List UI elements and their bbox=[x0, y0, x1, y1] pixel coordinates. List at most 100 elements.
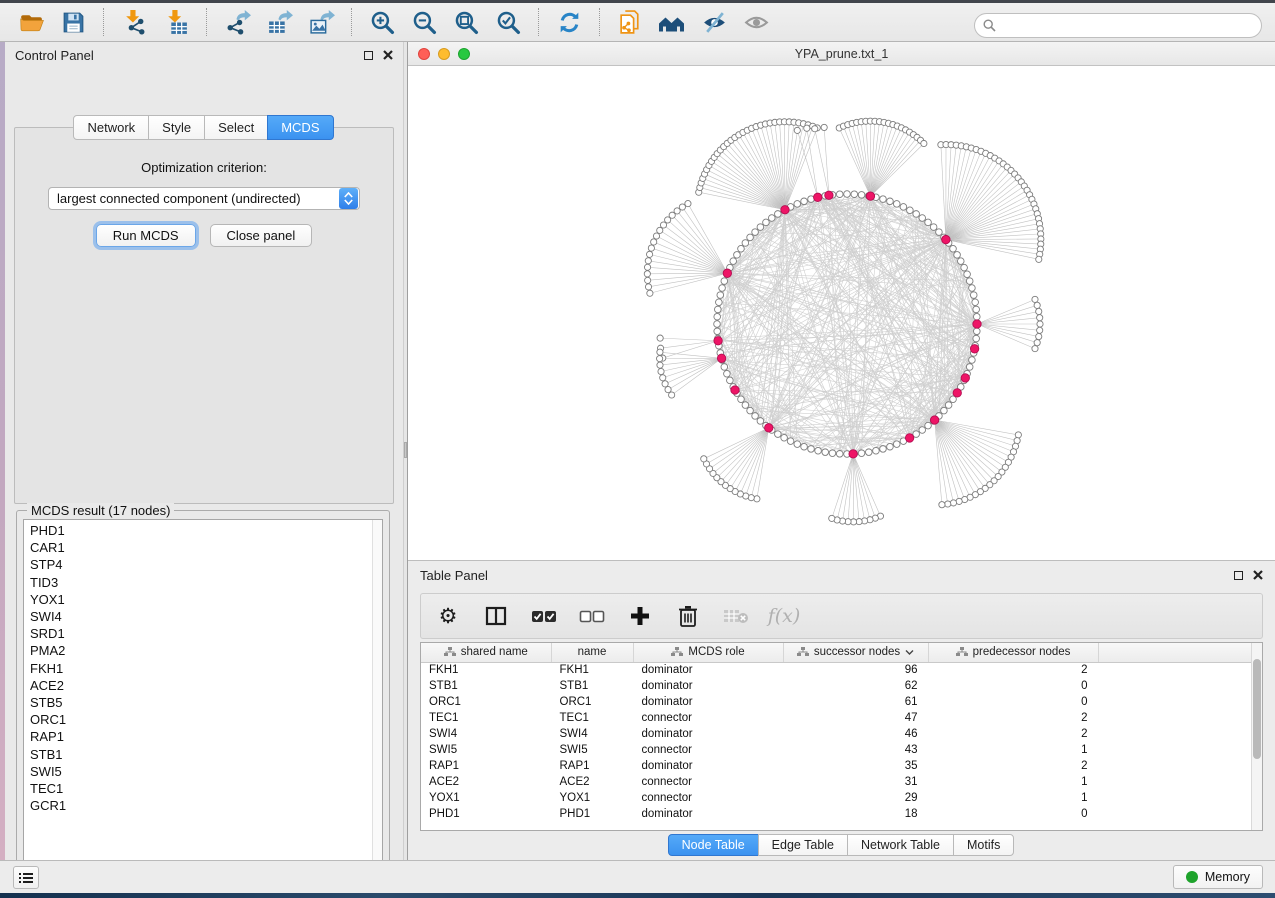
tab-mcds[interactable]: MCDS bbox=[267, 115, 333, 140]
mcds-result-item[interactable]: SWI4 bbox=[24, 608, 372, 625]
table-row[interactable]: SWI5SWI5connector431 bbox=[421, 742, 1253, 758]
table-row[interactable]: ACE2ACE2connector311 bbox=[421, 774, 1253, 790]
table-row[interactable]: FKH1FKH1dominator962 bbox=[421, 662, 1253, 678]
mcds-result-item[interactable]: STB5 bbox=[24, 694, 372, 711]
column-header-shared-name[interactable]: shared name bbox=[421, 643, 551, 662]
cell-filler bbox=[1098, 678, 1253, 694]
cell-predecessor-nodes: 1 bbox=[928, 790, 1098, 806]
mcds-result-item[interactable]: GCR1 bbox=[24, 797, 372, 814]
mcds-result-item[interactable]: STB1 bbox=[24, 745, 372, 762]
list-icon bbox=[19, 872, 33, 884]
mcds-result-item[interactable]: SRD1 bbox=[24, 625, 372, 642]
zoom-out-icon[interactable] bbox=[408, 6, 440, 38]
cell-shared-name: STB1 bbox=[421, 678, 551, 694]
memory-button[interactable]: Memory bbox=[1173, 865, 1263, 889]
deselect-all-columns-icon[interactable] bbox=[579, 603, 605, 629]
table-row[interactable]: ORC1ORC1dominator610 bbox=[421, 694, 1253, 710]
mcds-result-item[interactable]: ACE2 bbox=[24, 677, 372, 694]
network-window-titlebar[interactable]: YPA_prune.txt_1 bbox=[408, 42, 1275, 66]
mcds-result-item[interactable]: RAP1 bbox=[24, 728, 372, 745]
tab-network-table[interactable]: Network Table bbox=[847, 834, 954, 856]
export-table-icon[interactable] bbox=[263, 6, 295, 38]
optimization-criterion-dropdown[interactable]: largest connected component (undirected) bbox=[48, 187, 360, 210]
cell-predecessor-nodes: 1 bbox=[928, 742, 1098, 758]
table-scrollbar[interactable] bbox=[1251, 643, 1262, 830]
select-all-columns-icon[interactable] bbox=[531, 603, 557, 629]
mcds-result-item[interactable]: TID3 bbox=[24, 574, 372, 591]
table-row[interactable]: PHD1PHD1dominator180 bbox=[421, 806, 1253, 822]
export-network-icon[interactable] bbox=[221, 6, 253, 38]
table-settings-icon[interactable]: ⚙ bbox=[435, 603, 461, 629]
mcds-result-item[interactable]: STP4 bbox=[24, 556, 372, 573]
splitter-handle[interactable] bbox=[404, 442, 407, 458]
mcds-result-item[interactable]: TEC1 bbox=[24, 780, 372, 797]
add-column-icon[interactable] bbox=[627, 603, 653, 629]
open-file-icon[interactable] bbox=[15, 6, 47, 38]
mcds-result-item[interactable]: YOX1 bbox=[24, 591, 372, 608]
cell-predecessor-nodes: 2 bbox=[928, 710, 1098, 726]
new-network-from-selection-icon[interactable] bbox=[614, 6, 646, 38]
close-panel-button[interactable]: Close panel bbox=[210, 224, 313, 247]
table-row[interactable]: STB1STB1dominator620 bbox=[421, 678, 1253, 694]
cell-predecessor-nodes: 0 bbox=[928, 806, 1098, 822]
toolbar-separator bbox=[351, 8, 352, 36]
hide-selected-icon[interactable] bbox=[698, 6, 730, 38]
table-row[interactable]: TEC1TEC1connector472 bbox=[421, 710, 1253, 726]
table-panel-title: Table Panel bbox=[420, 568, 488, 583]
run-mcds-button[interactable]: Run MCDS bbox=[96, 224, 196, 247]
table-row[interactable]: YOX1YOX1connector291 bbox=[421, 790, 1253, 806]
tab-style[interactable]: Style bbox=[148, 115, 205, 140]
cell-mcds-role: dominator bbox=[633, 758, 783, 774]
mcds-result-item[interactable]: CAR1 bbox=[24, 539, 372, 556]
float-panel-icon[interactable] bbox=[364, 51, 373, 60]
toolbar-separator bbox=[538, 8, 539, 36]
table-row[interactable]: SWI4SWI4dominator462 bbox=[421, 726, 1253, 742]
export-image-icon[interactable] bbox=[305, 6, 337, 38]
delete-table-icon[interactable] bbox=[723, 603, 749, 629]
float-table-panel-icon[interactable] bbox=[1234, 571, 1243, 580]
cell-filler bbox=[1098, 710, 1253, 726]
cell-mcds-role: connector bbox=[633, 774, 783, 790]
tab-select[interactable]: Select bbox=[204, 115, 268, 140]
hidden-panels-button[interactable] bbox=[13, 866, 39, 889]
cell-successor-nodes: 35 bbox=[783, 758, 928, 774]
column-header-predecessor-nodes[interactable]: predecessor nodes bbox=[928, 643, 1098, 662]
column-header-successor-nodes[interactable]: successor nodes bbox=[783, 643, 928, 662]
mcds-list-scrollbar[interactable] bbox=[372, 520, 382, 874]
mcds-result-item[interactable]: PMA2 bbox=[24, 642, 372, 659]
control-panel-titlebar: Control Panel bbox=[5, 42, 403, 68]
split-columns-icon[interactable] bbox=[483, 603, 509, 629]
save-session-icon[interactable] bbox=[57, 6, 89, 38]
mcds-result-item[interactable]: SWI5 bbox=[24, 763, 372, 780]
cell-shared-name: SWI4 bbox=[421, 726, 551, 742]
cell-shared-name: SWI5 bbox=[421, 742, 551, 758]
function-builder-icon[interactable]: f(x) bbox=[771, 603, 797, 629]
zoom-fit-icon[interactable] bbox=[450, 6, 482, 38]
mcds-result-item[interactable]: PHD1 bbox=[24, 522, 372, 539]
zoom-in-icon[interactable] bbox=[366, 6, 398, 38]
column-header-mcds-role[interactable]: MCDS role bbox=[633, 643, 783, 662]
import-table-icon[interactable] bbox=[160, 6, 192, 38]
search-input[interactable] bbox=[1000, 16, 1261, 36]
close-panel-icon[interactable] bbox=[383, 50, 393, 60]
column-header-name[interactable]: name bbox=[551, 643, 633, 662]
tab-network[interactable]: Network bbox=[73, 115, 149, 140]
table-row[interactable]: RAP1RAP1dominator352 bbox=[421, 758, 1253, 774]
mcds-result-item[interactable]: ORC1 bbox=[24, 711, 372, 728]
show-all-icon[interactable] bbox=[740, 6, 772, 38]
tab-motifs[interactable]: Motifs bbox=[953, 834, 1014, 856]
zoom-selected-icon[interactable] bbox=[492, 6, 524, 38]
table-scrollbar-thumb[interactable] bbox=[1253, 659, 1261, 759]
table-toolbar: ⚙ f(x) bbox=[420, 593, 1263, 639]
cell-name: YOX1 bbox=[551, 790, 633, 806]
first-neighbors-icon[interactable] bbox=[656, 6, 688, 38]
network-canvas[interactable] bbox=[408, 66, 1275, 559]
mcds-result-item[interactable]: FKH1 bbox=[24, 660, 372, 677]
close-table-panel-icon[interactable] bbox=[1253, 570, 1263, 580]
cell-successor-nodes: 61 bbox=[783, 694, 928, 710]
tab-node-table[interactable]: Node Table bbox=[668, 834, 759, 856]
refresh-layout-icon[interactable] bbox=[553, 6, 585, 38]
delete-column-icon[interactable] bbox=[675, 603, 701, 629]
import-network-icon[interactable] bbox=[118, 6, 150, 38]
tab-edge-table[interactable]: Edge Table bbox=[758, 834, 848, 856]
